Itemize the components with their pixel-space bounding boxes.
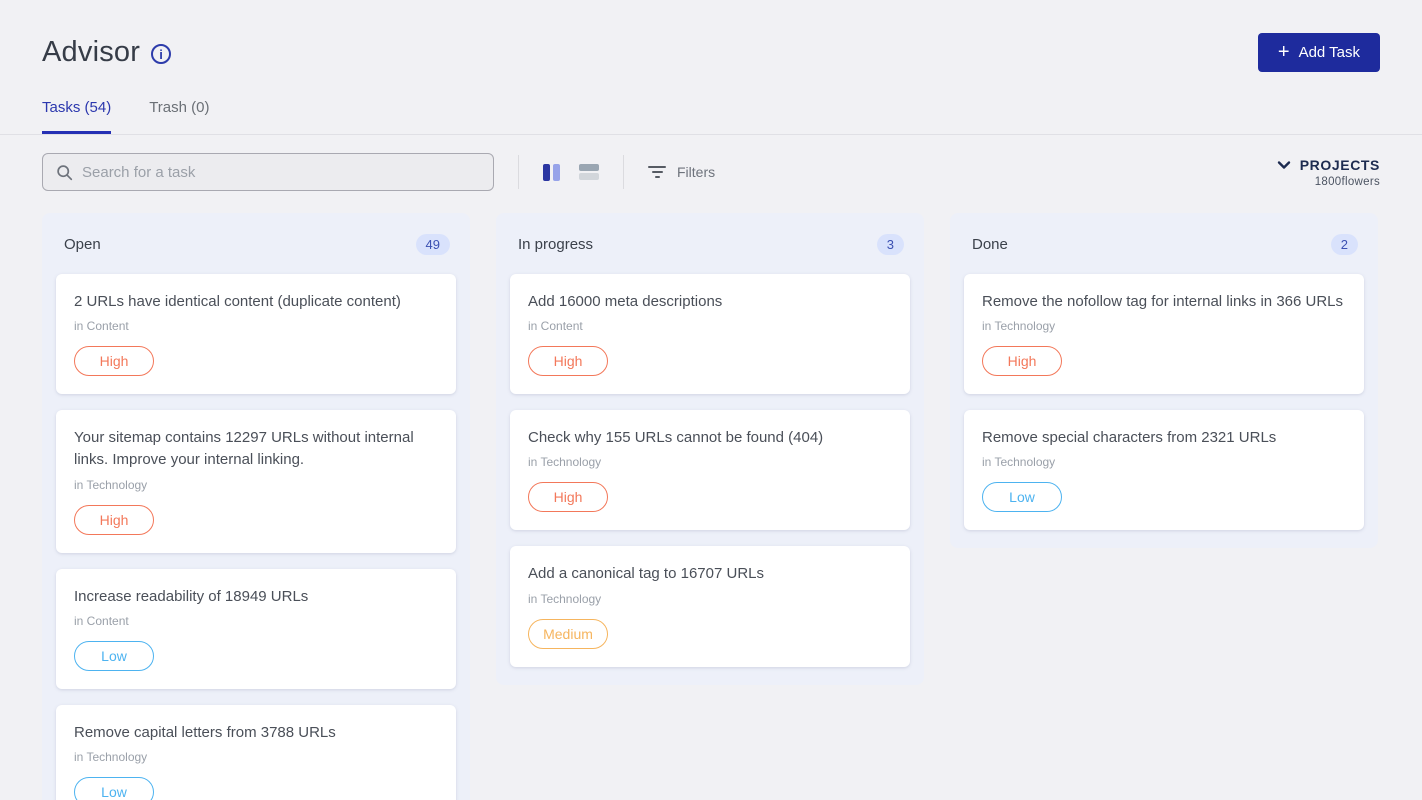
task-title: Remove the nofollow tag for internal lin… xyxy=(982,291,1348,313)
task-title: Your sitemap contains 12297 URLs without… xyxy=(74,427,440,471)
column-title: Open xyxy=(64,236,101,253)
column-header: Open 49 xyxy=(56,227,456,274)
tab-trash[interactable]: Trash (0) xyxy=(149,99,209,134)
priority-pill: High xyxy=(74,346,154,376)
task-title: Add a canonical tag to 16707 URLs xyxy=(528,563,894,585)
task-category: in Technology xyxy=(528,455,894,469)
priority-pill: High xyxy=(74,505,154,535)
task-card[interactable]: 2 URLs have identical content (duplicate… xyxy=(56,274,456,394)
plus-icon: + xyxy=(1278,42,1290,62)
toolbar-divider xyxy=(623,155,624,189)
toolbar: Filters PROJECTS 1800flowers xyxy=(42,153,1380,191)
list-view-icon[interactable] xyxy=(579,164,599,180)
task-category: in Technology xyxy=(74,750,440,764)
task-card[interactable]: Add 16000 meta descriptions in Content Hig… xyxy=(510,274,910,394)
search-input[interactable] xyxy=(82,164,480,181)
task-card[interactable]: Remove the nofollow tag for internal lin… xyxy=(964,274,1364,394)
task-category: in Technology xyxy=(982,319,1348,333)
task-title: Remove special characters from 2321 URLs xyxy=(982,427,1348,449)
task-title: Increase readability of 18949 URLs xyxy=(74,586,440,608)
priority-pill: High xyxy=(528,346,608,376)
cards-list: Add 16000 meta descriptions in Content Hig… xyxy=(510,274,910,667)
task-card[interactable]: Increase readability of 18949 URLs in Con… xyxy=(56,569,456,689)
task-title: Check why 155 URLs cannot be found (404) xyxy=(528,427,894,449)
task-category: in Technology xyxy=(528,592,894,606)
column-count-badge: 3 xyxy=(877,234,904,255)
task-card[interactable]: Remove capital letters from 3788 URLs in … xyxy=(56,705,456,800)
column-title: In progress xyxy=(518,236,593,253)
cards-list: 2 URLs have identical content (duplicate… xyxy=(56,274,456,800)
add-task-label: Add Task xyxy=(1299,44,1360,61)
selected-project-name: 1800flowers xyxy=(1315,176,1380,188)
priority-pill: Low xyxy=(74,777,154,800)
add-task-button[interactable]: + Add Task xyxy=(1258,33,1380,72)
task-card[interactable]: Add a canonical tag to 16707 URLs in Tech… xyxy=(510,546,910,666)
title-row: Advisor i xyxy=(42,36,1380,69)
task-category: in Content xyxy=(74,319,440,333)
info-icon[interactable]: i xyxy=(151,44,171,64)
page-header: Advisor i + Add Task xyxy=(0,0,1422,69)
column-title: Done xyxy=(972,236,1008,253)
kanban-board: Open 49 2 URLs have identical content (dup… xyxy=(0,191,1422,800)
tab-tasks[interactable]: Tasks (54) xyxy=(42,99,111,134)
view-toggles xyxy=(543,164,599,181)
column-header: Done 2 xyxy=(964,227,1364,274)
projects-selector[interactable]: PROJECTS xyxy=(1277,157,1380,173)
task-category: in Technology xyxy=(982,455,1348,469)
filters-label: Filters xyxy=(677,164,715,180)
task-card[interactable]: Your sitemap contains 12297 URLs without… xyxy=(56,410,456,552)
column-count-badge: 49 xyxy=(416,234,450,255)
cards-list: Remove the nofollow tag for internal lin… xyxy=(964,274,1364,530)
filters-button[interactable]: Filters xyxy=(648,164,715,180)
task-title: 2 URLs have identical content (duplicate… xyxy=(74,291,440,313)
task-title: Add 16000 meta descriptions xyxy=(528,291,894,313)
projects-label: PROJECTS xyxy=(1300,157,1380,173)
task-category: in Content xyxy=(74,614,440,628)
page-title: Advisor xyxy=(42,36,140,69)
task-title: Remove capital letters from 3788 URLs xyxy=(74,722,440,744)
kanban-view-icon[interactable] xyxy=(543,164,560,181)
priority-pill: Low xyxy=(74,641,154,671)
tabs-bar: Tasks (54) Trash (0) xyxy=(0,99,1422,135)
column-count-badge: 2 xyxy=(1331,234,1358,255)
chevron-down-icon xyxy=(1277,160,1291,170)
task-category: in Technology xyxy=(74,478,440,492)
filter-icon xyxy=(648,166,666,178)
kanban-column-done: Done 2 Remove the nofollow tag for interna… xyxy=(950,213,1378,548)
priority-pill: High xyxy=(982,346,1062,376)
search-icon xyxy=(56,164,73,181)
priority-pill: Medium xyxy=(528,619,608,649)
task-card[interactable]: Check why 155 URLs cannot be found (404)… xyxy=(510,410,910,530)
column-header: In progress 3 xyxy=(510,227,910,274)
search-box[interactable] xyxy=(42,153,494,191)
priority-pill: Low xyxy=(982,482,1062,512)
toolbar-divider xyxy=(518,155,519,189)
projects-area: PROJECTS 1800flowers xyxy=(1277,157,1380,188)
task-card[interactable]: Remove special characters from 2321 URLs… xyxy=(964,410,1364,530)
priority-pill: High xyxy=(528,482,608,512)
task-category: in Content xyxy=(528,319,894,333)
kanban-column-in-progress: In progress 3 Add 16000 meta descriptions i… xyxy=(496,213,924,685)
kanban-column-open: Open 49 2 URLs have identical content (dup… xyxy=(42,213,470,800)
